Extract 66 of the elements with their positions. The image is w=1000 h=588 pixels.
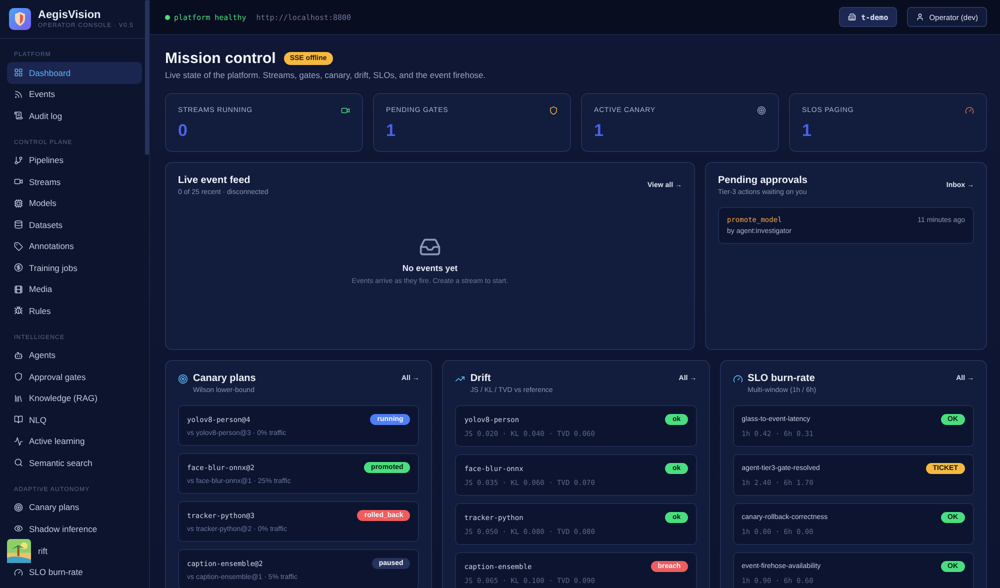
eye-icon	[14, 524, 23, 534]
scroll-icon	[14, 111, 23, 120]
metric-value: 1	[802, 121, 812, 141]
building-icon	[848, 13, 856, 21]
user-icon	[916, 13, 924, 21]
nav-item[interactable]: Training jobs	[7, 257, 142, 278]
book-icon	[14, 415, 23, 424]
nav-item[interactable]: Audit log	[7, 105, 142, 126]
card-title: SLO burn-rate	[748, 373, 815, 384]
pulse-icon	[14, 436, 23, 446]
search-icon	[14, 458, 23, 468]
app-name: AegisVision	[38, 9, 102, 21]
metric-value: 0	[178, 121, 188, 141]
shield-icon	[14, 372, 23, 382]
nav-item[interactable]: Dashboard	[7, 62, 142, 84]
nav-item[interactable]: Pipelines	[7, 150, 142, 171]
nav-item[interactable]: Streams	[7, 171, 142, 192]
gauge-icon	[14, 568, 23, 577]
nav-item[interactable]: Approval gates	[7, 366, 142, 388]
robot-icon	[14, 350, 23, 360]
metric-value: 1	[386, 121, 396, 141]
video-camera-icon	[14, 177, 23, 186]
gauge-icon	[732, 374, 743, 384]
target-icon	[14, 502, 23, 512]
card-title: Live event feed	[178, 175, 252, 186]
coin-icon	[14, 263, 23, 272]
shield-icon	[549, 106, 558, 115]
page-description: Live state of the platform. Streams, gates, canary, drift, SLOs, and the event firehose.	[165, 70, 487, 80]
nav-item[interactable]: Active learning	[7, 430, 142, 452]
rss-icon	[14, 90, 23, 99]
database-icon	[14, 220, 23, 230]
card-title: Pending approvals	[718, 175, 808, 186]
grid-icon	[14, 68, 23, 78]
inbox-icon	[419, 236, 441, 258]
target-icon	[178, 374, 188, 384]
nav-item[interactable]: Agents	[7, 344, 142, 366]
nav-item[interactable]: Rules	[7, 300, 142, 322]
card-title: Canary plans	[193, 373, 256, 384]
nav-item[interactable]: Shadow inference	[7, 518, 142, 540]
nav-item[interactable]: Datasets	[7, 214, 142, 236]
bug-icon	[14, 306, 23, 316]
card-title: Drift	[470, 373, 491, 384]
nav-item[interactable]: Annotations	[7, 236, 142, 257]
nav-item[interactable]: Semantic search	[7, 452, 142, 474]
nav-item[interactable]: Models	[7, 192, 142, 214]
branch-icon	[14, 156, 23, 165]
tag-icon	[14, 242, 23, 251]
nav-item[interactable]: Canary plans	[7, 496, 142, 518]
nav-item[interactable]: NLQ	[7, 409, 142, 430]
shield-logo-icon	[9, 8, 31, 30]
metric-value: 1	[594, 121, 604, 141]
target-icon	[757, 106, 766, 115]
nav-item[interactable]: Events	[7, 84, 142, 105]
nav-item[interactable]: Knowledge (RAG)	[7, 388, 142, 409]
nav-item[interactable]: SLO burn-rate	[7, 562, 142, 583]
gauge-icon	[965, 106, 974, 115]
books-icon	[14, 394, 23, 403]
trend-icon	[455, 374, 466, 384]
chip-icon	[14, 198, 23, 208]
nav-item[interactable]: rift	[31, 540, 142, 562]
empty-title: No events yet	[402, 263, 458, 273]
page-title: Mission control	[165, 50, 276, 67]
nav-item[interactable]: Media	[7, 278, 142, 300]
film-icon	[14, 284, 23, 294]
video-camera-icon	[341, 106, 350, 115]
status-dot	[165, 14, 170, 20]
